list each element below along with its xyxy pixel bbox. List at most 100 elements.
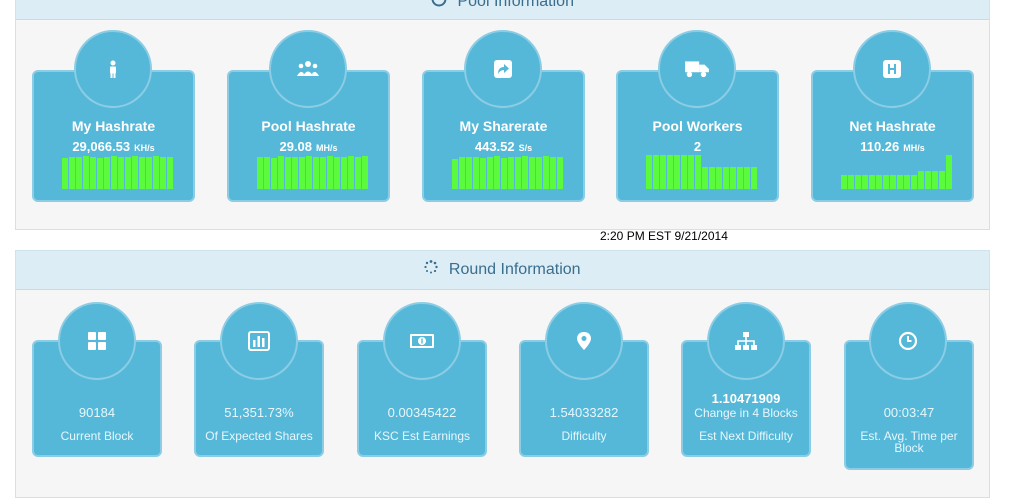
sparkline-bar xyxy=(299,157,305,189)
sparkline-bar xyxy=(104,157,110,189)
sparkline-bar xyxy=(550,157,556,189)
sparkline-bar xyxy=(341,157,347,189)
sharerate-value: 443.52 xyxy=(474,139,515,154)
gauge-icon xyxy=(431,0,447,13)
sparkline-bar xyxy=(653,155,659,189)
spinner-icon xyxy=(424,251,439,289)
sparkline-bar xyxy=(69,157,75,189)
sparkline-bar xyxy=(480,158,486,189)
sparkline-bar xyxy=(76,157,82,189)
card-subvalue: Change in 4 Blocks xyxy=(694,406,798,420)
card-value: 0.00345422 xyxy=(387,405,457,420)
sparkline-bar xyxy=(327,156,333,189)
sparkline-bar xyxy=(890,175,896,189)
truck-icon xyxy=(658,30,736,108)
round-information-header: Round Information xyxy=(16,251,989,290)
sparkline-bar xyxy=(285,157,291,189)
card-value: 1.10471909 xyxy=(711,391,781,406)
sparkline-bar xyxy=(848,175,854,189)
sparkline-bar xyxy=(278,156,284,189)
pool-information-header: Pool Information xyxy=(16,0,989,20)
card-value: 29.08 MH/s xyxy=(229,139,388,154)
sparkline-bar xyxy=(487,157,493,189)
sparkline-bar xyxy=(83,156,89,189)
sparkline-bar xyxy=(62,158,68,189)
sharerate-unit: S/s xyxy=(518,143,533,153)
card-value: 1.54033282 xyxy=(549,405,619,420)
sparkline-bar xyxy=(660,155,666,189)
net-hashrate-value: 110.26 xyxy=(860,139,900,154)
sparkline-bar xyxy=(473,157,479,189)
share-icon xyxy=(464,30,542,108)
sparkline-bar xyxy=(313,157,319,189)
workers-value: 2 xyxy=(693,139,702,154)
sparkline-bar xyxy=(522,156,528,189)
sparkline-bar xyxy=(90,157,96,189)
card-label: Est. Avg. Time per Block xyxy=(860,429,958,455)
sparkline-bar xyxy=(869,175,875,189)
sparkline xyxy=(841,153,952,189)
sparkline-bar xyxy=(681,155,687,189)
sparkline-bar xyxy=(529,157,535,189)
sparkline-bar xyxy=(355,157,361,189)
sparkline-bar xyxy=(111,156,117,189)
sitemap-icon xyxy=(707,302,785,380)
sparkline-bar xyxy=(946,155,952,189)
card-label: My Hashrate xyxy=(71,118,156,134)
sparkline-bar xyxy=(97,158,103,189)
grid-icon xyxy=(58,302,136,380)
sparkline-bar xyxy=(146,157,152,189)
card-label: My Sharerate xyxy=(459,118,548,134)
sparkline-bar xyxy=(904,175,910,189)
sparkline-bar xyxy=(918,171,924,189)
sparkline-bar xyxy=(557,157,563,189)
card-value: 443.52 S/s xyxy=(424,139,583,154)
sparkline-bar xyxy=(153,156,159,189)
sparkline-bar xyxy=(709,167,715,189)
sparkline-bar xyxy=(292,157,298,189)
sparkline-bar xyxy=(751,167,757,189)
sparkline-bar xyxy=(855,175,861,189)
sparkline-bar xyxy=(716,167,722,189)
sparkline-bar xyxy=(883,175,889,189)
card-value: 51,351.73% xyxy=(224,405,294,420)
card-value: 29,066.53 KH/s xyxy=(34,139,193,154)
card-label: Pool Workers xyxy=(652,118,743,134)
sparkline-bar xyxy=(494,156,500,189)
hashrate-unit: KH/s xyxy=(134,143,155,153)
sparkline-bar xyxy=(667,155,673,189)
sparkline-bar xyxy=(132,156,138,189)
sparkline-bar xyxy=(334,157,340,189)
sparkline-bar xyxy=(536,157,542,189)
hashrate-value: 29,066.53 xyxy=(72,139,131,154)
sparkline-bar xyxy=(737,167,743,189)
sparkline-bar xyxy=(925,171,931,189)
pool-information-title: Pool Information xyxy=(457,0,574,10)
card-value: 00:03:47 xyxy=(883,405,935,420)
sparkline xyxy=(62,153,173,189)
map-marker-icon xyxy=(545,302,623,380)
sparkline-bar xyxy=(646,155,652,189)
sparkline-bar xyxy=(862,175,868,189)
sparkline-bar xyxy=(348,156,354,189)
money-icon xyxy=(383,302,461,380)
sparkline xyxy=(257,153,368,189)
timestamp: 2:20 PM EST 9/21/2014 xyxy=(600,229,728,243)
sparkline-bar xyxy=(688,155,694,189)
hospital-icon xyxy=(853,30,931,108)
clock-icon xyxy=(869,302,947,380)
users-icon xyxy=(269,30,347,108)
sparkline-bar xyxy=(744,167,750,189)
sparkline-bar xyxy=(543,156,549,189)
bar-chart-icon xyxy=(220,302,298,380)
card-value: 90184 xyxy=(78,405,116,420)
sparkline-bar xyxy=(695,155,701,189)
sparkline-bar xyxy=(118,157,124,189)
sparkline-bar xyxy=(264,157,270,189)
sparkline-bar xyxy=(876,175,882,189)
sparkline-bar xyxy=(723,167,729,189)
sparkline-bar xyxy=(306,156,312,189)
card-label: Net Hashrate xyxy=(849,118,936,134)
round-information-title: Round Information xyxy=(448,261,581,278)
card-label: Est Next Difficulty xyxy=(699,429,793,443)
